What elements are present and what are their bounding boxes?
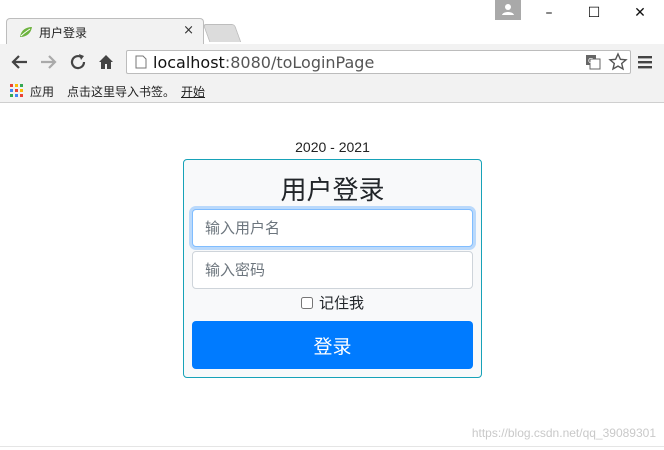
profile-button[interactable] bbox=[495, 0, 521, 20]
login-button[interactable]: 登录 bbox=[192, 321, 473, 369]
password-input[interactable] bbox=[192, 251, 473, 289]
minimize-button[interactable]: – bbox=[534, 4, 564, 22]
divider bbox=[0, 446, 664, 447]
spring-leaf-favicon-icon bbox=[20, 27, 32, 37]
browser-title-bar: 用户登录 × – ☐ ✕ bbox=[0, 0, 664, 45]
translate-icon[interactable]: G bbox=[585, 54, 601, 70]
new-tab-button[interactable] bbox=[202, 24, 242, 42]
tab-title: 用户登录 bbox=[39, 26, 88, 40]
back-arrow-icon[interactable] bbox=[10, 52, 30, 72]
tab-close-icon[interactable]: × bbox=[183, 23, 194, 39]
page-icon bbox=[135, 55, 147, 69]
forward-arrow-icon[interactable] bbox=[38, 52, 58, 72]
star-icon[interactable] bbox=[608, 52, 628, 72]
remember-me-label: 记住我 bbox=[318, 294, 364, 312]
username-input[interactable] bbox=[192, 209, 473, 247]
bookmarks-bar: 应用 点击这里导入书签。 开始 bbox=[0, 80, 664, 103]
page-title: 用户登录 bbox=[280, 176, 385, 206]
menu-icon[interactable] bbox=[636, 54, 654, 70]
remember-me-checkbox[interactable] bbox=[300, 297, 313, 309]
bookmark-start-link[interactable]: 开始 bbox=[181, 83, 205, 100]
remember-me-row: 记住我 bbox=[184, 292, 481, 313]
login-card: 用户登录 记住我 登录 bbox=[183, 159, 482, 378]
tab-active[interactable]: 用户登录 × bbox=[6, 18, 204, 45]
svg-text:G: G bbox=[588, 57, 593, 65]
maximize-button[interactable]: ☐ bbox=[579, 4, 609, 22]
address-url: localhost:8080/toLoginPage bbox=[153, 53, 375, 72]
year-range: 2020 - 2021 bbox=[295, 139, 370, 155]
home-icon[interactable] bbox=[96, 52, 116, 72]
apps-grid-icon[interactable] bbox=[10, 84, 24, 98]
browser-toolbar: localhost:8080/toLoginPage G bbox=[0, 44, 664, 80]
address-bar[interactable]: localhost:8080/toLoginPage G bbox=[126, 50, 631, 74]
bookmark-apps[interactable]: 应用 bbox=[30, 83, 54, 100]
watermark: https://blog.csdn.net/qq_39089301 bbox=[471, 426, 656, 440]
bookmark-import-link[interactable]: 点击这里导入书签。 bbox=[67, 83, 175, 100]
reload-icon[interactable] bbox=[68, 52, 88, 72]
profile-icon bbox=[502, 4, 514, 15]
close-window-button[interactable]: ✕ bbox=[625, 4, 655, 22]
